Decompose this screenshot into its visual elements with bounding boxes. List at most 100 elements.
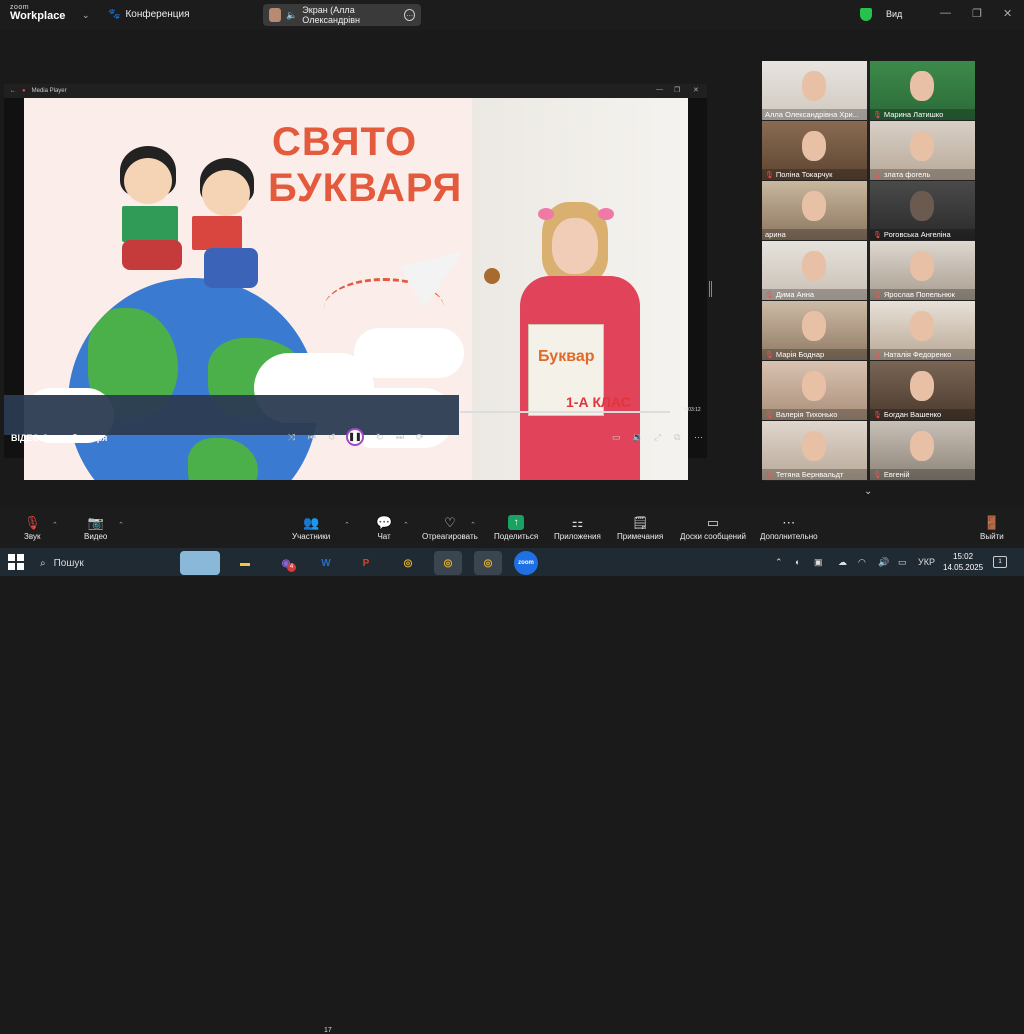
- mic-muted-icon: 🎙: [873, 411, 882, 419]
- meeting-info-button[interactable]: 🐾 Конференция: [108, 9, 190, 20]
- chevron-down-icon[interactable]: ⌄: [82, 10, 90, 21]
- system-clock[interactable]: 15:02 14.05.2025: [943, 551, 983, 573]
- chat-options-chevron-icon[interactable]: ⌃: [403, 521, 409, 529]
- participant-tile[interactable]: 🎙 Поліна Токарчук: [762, 121, 867, 180]
- girl-face: [552, 218, 598, 274]
- keyboard-language[interactable]: УКР: [918, 557, 935, 567]
- apps-button[interactable]: ⚏ Приложения: [554, 515, 601, 541]
- previous-icon[interactable]: ⏮: [308, 432, 316, 443]
- zoom-app-icon[interactable]: zoom: [514, 551, 538, 575]
- leave-button[interactable]: 🚪 Выйти: [980, 515, 1004, 541]
- participant-tile[interactable]: 🎙 злата фогель: [870, 121, 975, 180]
- whiteboards-button[interactable]: ▭ Доски сообщений: [680, 515, 746, 541]
- notes-button[interactable]: 🗒 Примечания: [617, 515, 663, 541]
- tray-app-icon[interactable]: ◐: [795, 557, 800, 567]
- tray-app-icon[interactable]: ☁: [838, 557, 847, 568]
- volume-icon[interactable]: 🔊: [878, 557, 889, 568]
- rewind-icon[interactable]: ↺: [328, 432, 336, 443]
- mic-muted-icon: 🎙: [765, 291, 774, 299]
- leave-icon: 🚪: [983, 515, 1000, 530]
- next-icon[interactable]: ⏭: [396, 432, 404, 443]
- fullscreen-icon[interactable]: ⤢: [654, 432, 661, 443]
- more-options-icon[interactable]: …: [404, 9, 415, 21]
- mp-restore-icon[interactable]: ❐: [674, 86, 680, 94]
- powerpoint-icon[interactable]: P: [352, 551, 380, 575]
- chat-label: Чат: [377, 532, 391, 541]
- tray-app-icon[interactable]: ▣: [814, 557, 823, 568]
- forward-icon[interactable]: ↻: [376, 432, 384, 443]
- participant-tile[interactable]: 🎙 Тетяна Бернвальдт: [762, 421, 867, 480]
- chrome-icon[interactable]: ◎: [434, 551, 462, 575]
- volume-icon[interactable]: 🔉: [632, 432, 643, 443]
- slide-title-line2: БУКВАРЯ: [268, 166, 463, 210]
- wifi-icon[interactable]: ◠: [858, 557, 866, 568]
- hair-bow: [538, 208, 554, 220]
- video-options-chevron-icon[interactable]: ⌃: [118, 521, 124, 529]
- panel-resize-handle[interactable]: [709, 281, 712, 297]
- chrome-icon[interactable]: ◎: [474, 551, 502, 575]
- participant-tile[interactable]: 🎙 Валерія Тихонько: [762, 361, 867, 420]
- close-icon[interactable]: ✕: [1003, 7, 1012, 20]
- view-menu[interactable]: Вид: [886, 9, 902, 19]
- kid-girl-body: [122, 240, 182, 270]
- chat-icon: 💬: [376, 515, 393, 530]
- viber-icon[interactable]: ◉: [272, 551, 300, 575]
- participant-tile[interactable]: Алла Олександрівна Хри...: [762, 61, 867, 120]
- progress-bar[interactable]: [460, 411, 670, 413]
- playback-time: 0:03:12: [684, 407, 701, 413]
- mp-minimize-icon[interactable]: —: [656, 86, 663, 93]
- screen-share-indicator[interactable]: 🔈 Экран (Алла Олександрівн …: [263, 4, 421, 26]
- widgets-weather-icon[interactable]: [180, 551, 220, 575]
- word-icon[interactable]: W: [312, 551, 340, 575]
- shuffle-icon[interactable]: ⤨: [288, 432, 295, 443]
- pause-button[interactable]: ❚❚: [346, 428, 364, 446]
- participant-tile[interactable]: 🎙 Роговська Ангеліна: [870, 181, 975, 240]
- participant-tile[interactable]: 🎙 Марина Латишко: [870, 61, 975, 120]
- participant-tile[interactable]: 🎙 Дима Анна: [762, 241, 867, 300]
- windows-start-icon[interactable]: [8, 554, 24, 570]
- taskbar-search[interactable]: ⌕ Пошук: [34, 552, 164, 574]
- tray-overflow-chevron-icon[interactable]: ⌃: [775, 557, 783, 568]
- red-book: [192, 216, 242, 250]
- miniplayer-icon[interactable]: ⧉: [674, 432, 680, 443]
- participant-tile[interactable]: 🎙 Марія Боднар: [762, 301, 867, 360]
- chat-button[interactable]: 💬 Чат: [376, 515, 392, 541]
- gallery-scroll-down-icon[interactable]: ⌄: [864, 486, 872, 497]
- battery-icon[interactable]: ▭: [898, 557, 907, 568]
- participants-button[interactable]: 👥 Участники: [292, 515, 330, 541]
- grade-caption: 1-А КЛАС: [566, 394, 631, 410]
- participants-options-chevron-icon[interactable]: ⌃: [344, 521, 350, 529]
- chrome-icon[interactable]: ◎: [394, 551, 422, 575]
- minimize-icon[interactable]: —: [940, 7, 951, 19]
- participant-name: Наталія Федоренко: [883, 350, 952, 359]
- more-label: Дополнительно: [760, 532, 818, 541]
- more-icon[interactable]: ⋯: [694, 432, 703, 443]
- paw-icon: 🐾: [108, 9, 121, 20]
- restore-icon[interactable]: ❐: [972, 7, 982, 20]
- audio-options-chevron-icon[interactable]: ⌃: [52, 521, 58, 529]
- notifications-icon[interactable]: 1: [993, 556, 1007, 568]
- mp-close-icon[interactable]: ✕: [693, 86, 699, 94]
- participant-tile-active-speaker[interactable]: арина: [762, 181, 867, 240]
- search-placeholder: Пошук: [53, 557, 84, 569]
- more-dots-icon: ⋯: [782, 515, 796, 530]
- participant-tile[interactable]: 🎙 Евгеній: [870, 421, 975, 480]
- audio-button[interactable]: 🎙 Звук: [24, 515, 41, 541]
- participant-name: Роговська Ангеліна: [883, 230, 951, 239]
- back-arrow-icon[interactable]: ←: [10, 88, 16, 94]
- apps-icon: ⚏: [571, 515, 584, 530]
- participant-tile[interactable]: 🎙 Богдан Вашенко: [870, 361, 975, 420]
- participant-name: Марина Латишко: [883, 110, 944, 119]
- repeat-icon[interactable]: ⟳: [416, 432, 424, 443]
- video-button[interactable]: 📷 Видео: [84, 515, 107, 541]
- top-bar: zoom Workplace ⌄ 🐾 Конференция 🔈 Экран (…: [0, 0, 1024, 30]
- presenter-avatar: [269, 8, 282, 22]
- participant-tile[interactable]: 🎙 Наталія Федоренко: [870, 301, 975, 360]
- react-options-chevron-icon[interactable]: ⌃: [470, 521, 476, 529]
- encryption-shield-icon[interactable]: [860, 8, 872, 21]
- participant-tile[interactable]: 🎙 Ярослав Попельнюк: [870, 241, 975, 300]
- subtitles-icon[interactable]: ▭: [612, 432, 621, 443]
- share-button[interactable]: ↑ Поделиться: [494, 515, 538, 541]
- file-explorer-icon[interactable]: ▬: [231, 551, 259, 575]
- more-button[interactable]: ⋯ Дополнительно: [760, 515, 818, 541]
